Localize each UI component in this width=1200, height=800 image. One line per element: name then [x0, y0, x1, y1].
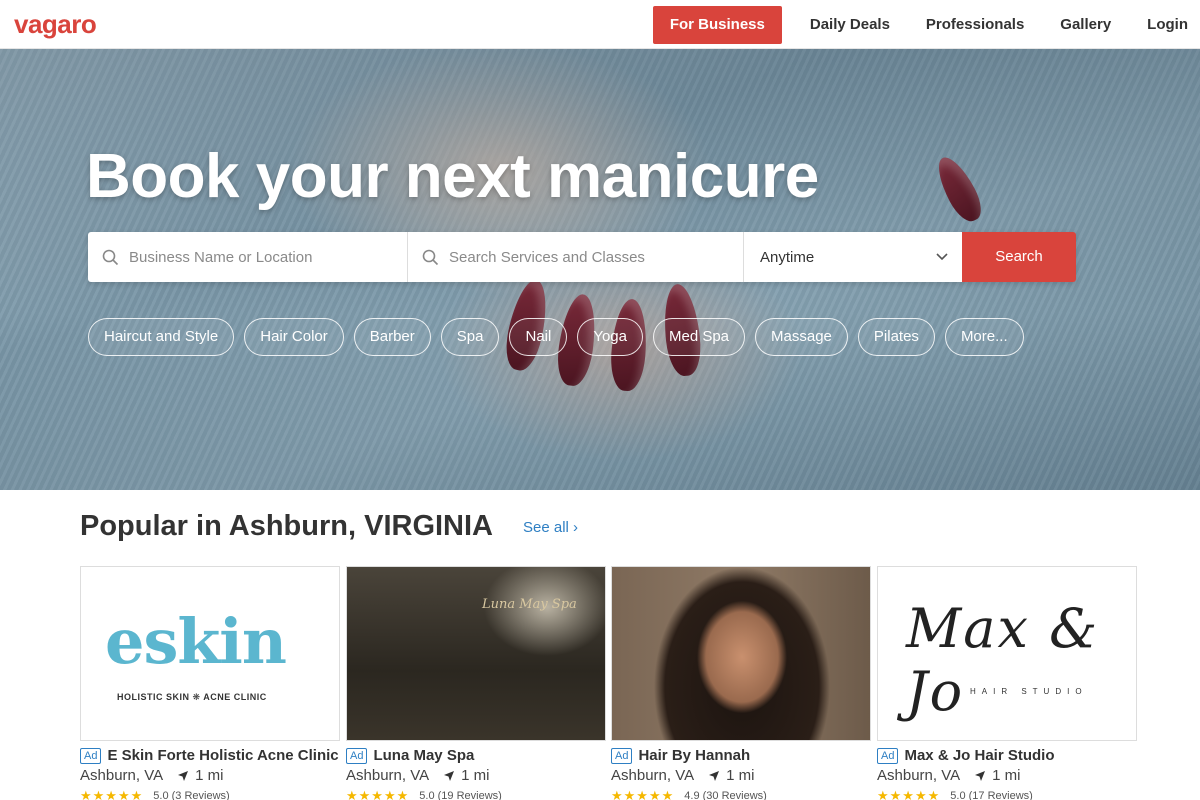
chip-hair-color[interactable]: Hair Color	[244, 318, 344, 356]
see-all-link[interactable]: See all ›	[523, 519, 578, 536]
business-image[interactable]	[611, 566, 871, 741]
main-nav: For Business Daily Deals Professionals G…	[652, 0, 1200, 49]
rating-text: 4.9 (30 Reviews)	[684, 790, 767, 800]
chip-yoga[interactable]: Yoga	[577, 318, 643, 356]
card-location-row: Ashburn, VA 1 mi	[611, 767, 871, 784]
location-arrow-icon	[178, 770, 189, 781]
business-image[interactable]: eskin HOLISTIC SKIN ❋ ACNE CLINIC	[80, 566, 340, 741]
business-name[interactable]: E Skin Forte Holistic Acne Clinic	[107, 747, 338, 764]
business-card[interactable]: Luna May Spa Ad Luna May Spa Ashburn, VA…	[346, 566, 606, 800]
hero-title: Book your next manicure	[86, 142, 819, 211]
chevron-right-icon: ›	[573, 519, 579, 536]
chip-barber[interactable]: Barber	[353, 318, 431, 356]
nav-professionals[interactable]: Professionals	[926, 16, 1024, 33]
section-title: Popular in Ashburn, VIRGINIA	[80, 510, 493, 542]
card-location-row: Ashburn, VA 1 mi	[80, 767, 340, 784]
service-field[interactable]	[408, 232, 744, 282]
card-title-row: Ad E Skin Forte Holistic Acne Clinic	[80, 747, 340, 764]
ad-badge: Ad	[877, 747, 899, 764]
card-location-row: Ashburn, VA 1 mi	[346, 767, 606, 784]
max-and-jo-logo-subtitle: HAIR STUDIO	[970, 687, 1088, 696]
chip-haircut-and-style[interactable]: Haircut and Style	[88, 318, 235, 356]
card-title-row: Ad Max & Jo Hair Studio	[877, 747, 1137, 764]
star-rating-icon: ★★★★★	[80, 788, 144, 800]
business-distance: 1 mi	[195, 767, 224, 784]
business-name[interactable]: Luna May Spa	[373, 747, 474, 764]
nav-login[interactable]: Login	[1147, 16, 1188, 33]
business-distance: 1 mi	[461, 767, 490, 784]
search-icon	[422, 249, 439, 265]
chip-spa[interactable]: Spa	[440, 318, 500, 356]
chip-massage[interactable]: Massage	[755, 318, 848, 356]
location-input[interactable]	[129, 248, 389, 266]
star-rating-icon: ★★★★★	[346, 788, 410, 800]
ad-badge: Ad	[80, 747, 102, 764]
eskin-logo: eskin	[105, 605, 287, 678]
business-image[interactable]: Max & Jo HAIR STUDIO	[877, 566, 1137, 741]
hero-banner: Book your next manicure Anytime Search H…	[0, 49, 1200, 490]
ad-badge: Ad	[346, 747, 368, 764]
business-name[interactable]: Hair By Hannah	[638, 747, 750, 764]
chip-med-spa[interactable]: Med Spa	[652, 318, 746, 356]
eskin-logo-subtitle: HOLISTIC SKIN ❋ ACNE CLINIC	[117, 692, 267, 702]
business-location: Ashburn, VA	[80, 767, 164, 784]
nav-daily-deals[interactable]: Daily Deals	[810, 16, 890, 33]
star-rating-icon: ★★★★★	[611, 788, 675, 800]
vagaro-logo[interactable]: vagaro	[14, 9, 97, 40]
category-chips: Haircut and Style Hair Color Barber Spa …	[88, 318, 1034, 356]
nav-gallery[interactable]: Gallery	[1060, 16, 1111, 33]
chip-nail[interactable]: Nail	[509, 318, 568, 356]
card-title-row: Ad Luna May Spa	[346, 747, 606, 764]
location-arrow-icon	[444, 770, 455, 781]
chip-pilates[interactable]: Pilates	[857, 318, 935, 356]
business-name[interactable]: Max & Jo Hair Studio	[904, 747, 1054, 764]
search-bar: Anytime Search	[88, 232, 1076, 282]
business-distance: 1 mi	[992, 767, 1021, 784]
business-distance: 1 mi	[726, 767, 755, 784]
service-input[interactable]	[449, 248, 709, 266]
ad-badge: Ad	[611, 747, 633, 764]
card-rating-row: ★★★★★ 4.9 (30 Reviews)	[611, 788, 871, 800]
card-title-row: Ad Hair By Hannah	[611, 747, 871, 764]
card-rating-row: ★★★★★ 5.0 (17 Reviews)	[877, 788, 1137, 800]
location-arrow-icon	[975, 770, 986, 781]
rating-text: 5.0 (3 Reviews)	[153, 790, 230, 800]
top-navigation-bar: vagaro For Business Daily Deals Professi…	[0, 0, 1200, 49]
star-rating-icon: ★★★★★	[877, 788, 941, 800]
business-card[interactable]: Ad Hair By Hannah Ashburn, VA 1 mi ★★★★★…	[611, 566, 871, 800]
business-image[interactable]: Luna May Spa	[346, 566, 606, 741]
location-arrow-icon	[709, 770, 720, 781]
time-select-value: Anytime	[760, 248, 815, 266]
business-card[interactable]: eskin HOLISTIC SKIN ❋ ACNE CLINIC Ad E S…	[80, 566, 340, 800]
max-and-jo-logo: Max & Jo	[906, 597, 1100, 723]
card-location-row: Ashburn, VA 1 mi	[877, 767, 1137, 784]
for-business-button[interactable]: For Business	[652, 5, 782, 44]
luna-may-spa-sign: Luna May Spa	[482, 597, 577, 612]
rating-text: 5.0 (19 Reviews)	[419, 790, 502, 800]
business-card[interactable]: Max & Jo HAIR STUDIO Ad Max & Jo Hair St…	[877, 566, 1137, 800]
chevron-down-icon	[936, 253, 948, 261]
business-location: Ashburn, VA	[611, 767, 695, 784]
card-rating-row: ★★★★★ 5.0 (3 Reviews)	[80, 788, 340, 800]
time-select[interactable]: Anytime	[744, 232, 962, 282]
search-icon	[102, 249, 119, 265]
card-rating-row: ★★★★★ 5.0 (19 Reviews)	[346, 788, 606, 800]
see-all-label: See all	[523, 519, 569, 536]
rating-text: 5.0 (17 Reviews)	[950, 790, 1033, 800]
business-location: Ashburn, VA	[346, 767, 430, 784]
business-location: Ashburn, VA	[877, 767, 961, 784]
search-button[interactable]: Search	[962, 232, 1076, 282]
location-field[interactable]	[88, 232, 408, 282]
chip-more[interactable]: More...	[944, 318, 1024, 356]
